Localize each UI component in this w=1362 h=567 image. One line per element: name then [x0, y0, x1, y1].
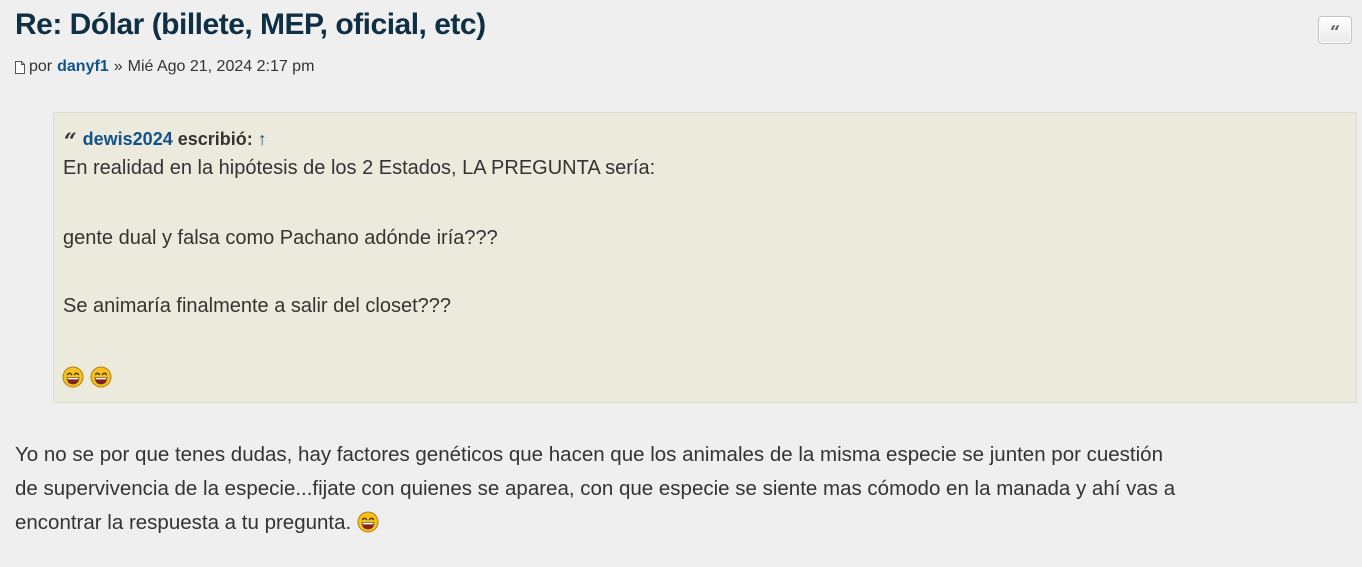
- body-line: de supervivencia de la especie...fijate …: [15, 477, 1176, 500]
- body-line: Yo no se por que tenes dudas, hay factor…: [15, 443, 1163, 466]
- meta-separator: »: [113, 58, 123, 75]
- quote-button[interactable]: “: [1318, 16, 1352, 44]
- quote-icon: “: [64, 129, 77, 155]
- wrote-label: escribió:: [177, 128, 253, 149]
- quote-cite: “ dewis2024 escribió: ↑: [64, 125, 267, 155]
- post-title[interactable]: Re: Dólar (billete, MEP, oficial, etc): [15, 8, 486, 42]
- post-meta: por danyf1 » Mié Ago 21, 2024 2:17 pm: [15, 58, 314, 76]
- by-label: por: [29, 58, 53, 75]
- quote-block: “ dewis2024 escribió: ↑ En realidad en l…: [53, 112, 1357, 403]
- quote-line: Se animaría finalmente a salir del close…: [63, 295, 451, 317]
- body-line-text: encontrar la respuesta a tu pregunta.: [15, 511, 352, 534]
- up-arrow-icon[interactable]: ↑: [258, 129, 267, 150]
- post-date: Mié Ago 21, 2024 2:17 pm: [127, 58, 315, 75]
- body-line-last: encontrar la respuesta a tu pregunta.: [15, 506, 1345, 540]
- quote-line: gente dual y falsa como Pachano adónde i…: [63, 227, 498, 249]
- laughing-smiley-icon: [357, 511, 379, 533]
- laughing-smiley-icon: [90, 366, 112, 388]
- post: Re: Dólar (billete, MEP, oficial, etc) “…: [0, 0, 1362, 567]
- quote-smileys: [62, 366, 112, 388]
- laughing-smiley-icon: [62, 366, 84, 388]
- post-icon[interactable]: [15, 60, 25, 74]
- quote-icon: “: [1329, 22, 1341, 43]
- quote-line: En realidad en la hipótesis de los 2 Est…: [63, 157, 656, 179]
- post-body: Yo no se por que tenes dudas, hay factor…: [15, 438, 1345, 540]
- post-author-link[interactable]: danyf1: [57, 58, 109, 76]
- quote-author-link[interactable]: dewis2024: [83, 129, 173, 150]
